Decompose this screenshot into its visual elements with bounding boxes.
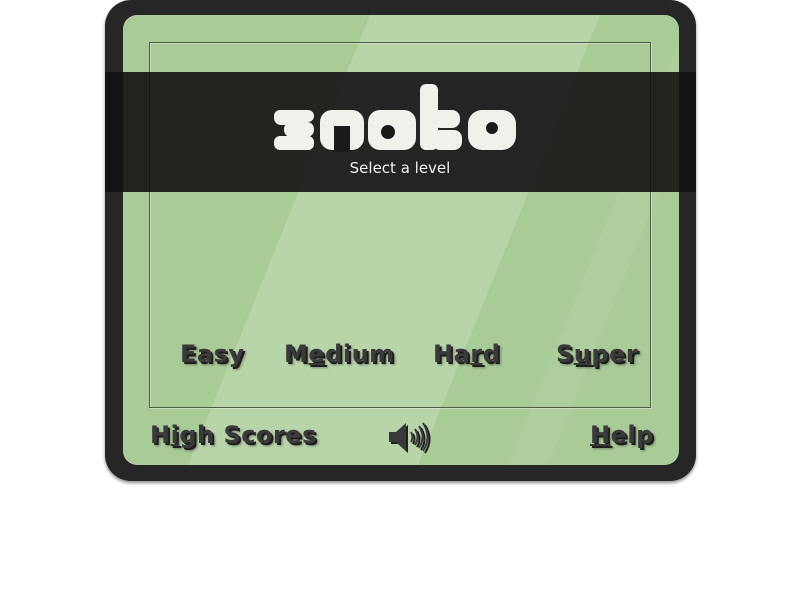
help-hotkey: H xyxy=(590,421,611,449)
level-super-button[interactable]: Super xyxy=(556,340,638,368)
level-medium-button[interactable]: Medium xyxy=(284,340,395,368)
logo-letter-s xyxy=(274,110,314,150)
speaker-icon-graphic xyxy=(389,422,431,454)
game-logo xyxy=(272,82,518,152)
help-button[interactable]: Help xyxy=(590,421,654,449)
snake-logo-graphic xyxy=(274,84,516,152)
logo-letter-k xyxy=(420,84,462,150)
logo-letter-e xyxy=(468,110,516,150)
logo-letter-a xyxy=(368,110,416,150)
speaker-icon[interactable] xyxy=(387,420,435,456)
high-scores-button[interactable]: High Scores xyxy=(150,421,317,449)
level-hard-button[interactable]: Hard xyxy=(433,340,500,368)
medium-hotkey: e xyxy=(308,340,326,368)
hard-hotkey: r xyxy=(470,340,483,368)
logo-letter-n xyxy=(320,110,364,152)
level-easy-button[interactable]: Easy xyxy=(180,340,245,368)
select-level-text: Select a level xyxy=(349,159,451,177)
logo-letters xyxy=(274,84,516,152)
super-hotkey: u xyxy=(573,340,592,368)
